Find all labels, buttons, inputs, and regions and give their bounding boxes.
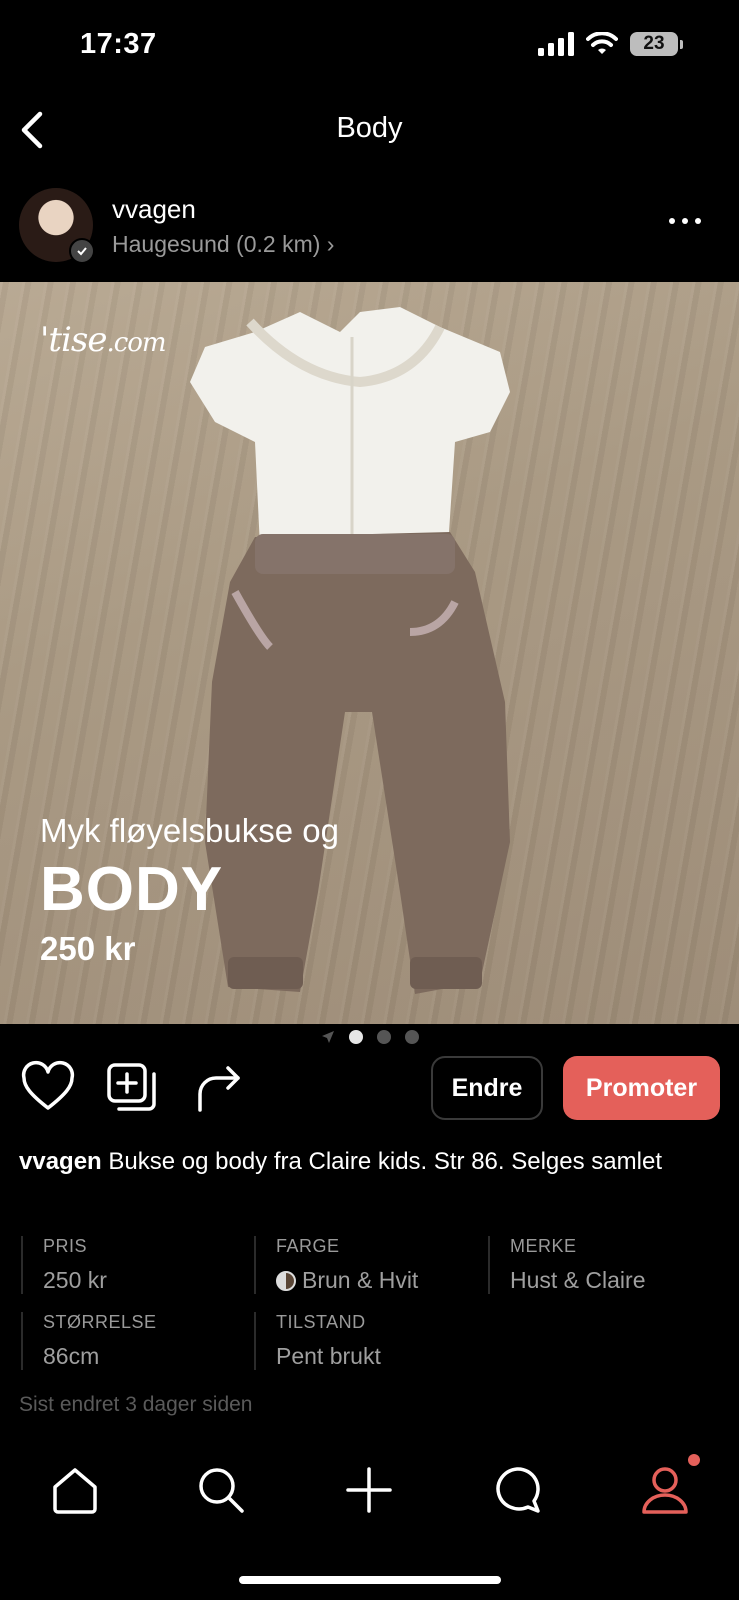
status-icons: 23: [538, 32, 683, 56]
seller-location[interactable]: Haugesund (0.2 km) ›: [112, 231, 334, 258]
location-text: Haugesund (0.2 km): [112, 231, 321, 257]
pager-dot[interactable]: [404, 1030, 419, 1044]
detail-size: STØRRELSE 86cm: [21, 1312, 157, 1370]
pager-dot[interactable]: [376, 1030, 391, 1044]
color-swatch-icon: [276, 1270, 296, 1291]
wifi-icon: [586, 32, 618, 54]
more-options-icon[interactable]: [669, 218, 701, 224]
detail-price: PRIS 250 kr: [21, 1236, 107, 1294]
detail-label: FARGE: [276, 1236, 340, 1256]
battery-icon: 23: [630, 32, 678, 56]
chat-icon[interactable]: [492, 1465, 542, 1515]
detail-value: 250 kr: [43, 1267, 107, 1293]
profile-icon[interactable]: [640, 1465, 690, 1515]
detail-condition: TILSTAND Pent brukt: [254, 1312, 381, 1370]
location-arrow-icon: [321, 1031, 334, 1043]
verified-icon: [69, 238, 95, 264]
search-icon[interactable]: [196, 1465, 246, 1515]
caption-text: Bukse og body fra Claire kids. Str 86. S…: [101, 1148, 662, 1175]
add-to-collection-icon[interactable]: [104, 1060, 160, 1116]
detail-value: 86cm: [43, 1343, 100, 1369]
detail-value: Pent brukt: [276, 1343, 381, 1369]
status-time: 17:37: [80, 28, 157, 60]
home-icon[interactable]: [50, 1465, 100, 1515]
detail-value: Brun & Hvit: [276, 1267, 418, 1294]
home-indicator[interactable]: [239, 1576, 501, 1584]
overlay-price: 250 kr: [40, 930, 136, 967]
detail-label: STØRRELSE: [43, 1312, 157, 1332]
signal-icon: [538, 32, 574, 56]
pager-dot[interactable]: [348, 1030, 363, 1044]
detail-label: TILSTAND: [276, 1312, 366, 1332]
tise-watermark: 'tise.com: [40, 320, 167, 360]
photo-pager[interactable]: [0, 1030, 739, 1044]
detail-label: MERKE: [510, 1236, 577, 1256]
detail-label: PRIS: [43, 1236, 88, 1256]
plus-icon[interactable]: [344, 1465, 394, 1515]
share-icon[interactable]: [192, 1060, 248, 1116]
detail-value: Hust & Claire: [510, 1267, 646, 1293]
heart-icon[interactable]: [20, 1060, 76, 1116]
notification-dot: [688, 1454, 700, 1466]
page-title: Body: [336, 112, 403, 144]
seller-username[interactable]: vvagen: [112, 194, 196, 225]
overlay-title: BODY: [40, 855, 224, 924]
promote-button[interactable]: Promoter: [563, 1056, 720, 1120]
overlay-subtitle: Myk fløyelsbukse og: [40, 812, 339, 849]
caption-username[interactable]: vvagen: [19, 1148, 102, 1175]
detail-color: FARGE Brun & Hvit: [254, 1236, 418, 1294]
listing-caption: vvagen Bukse og body fra Claire kids. St…: [19, 1146, 719, 1177]
edit-button[interactable]: Endre: [431, 1056, 543, 1120]
battery-tip: [680, 39, 683, 49]
chevron-right-icon: ›: [326, 231, 335, 257]
product-photo[interactable]: 'tise.com Myk fløyelsbukse og BODY 250 k…: [0, 282, 739, 1024]
last-updated: Sist endret 3 dager siden: [19, 1393, 253, 1416]
detail-brand: MERKE Hust & Claire: [488, 1236, 645, 1294]
